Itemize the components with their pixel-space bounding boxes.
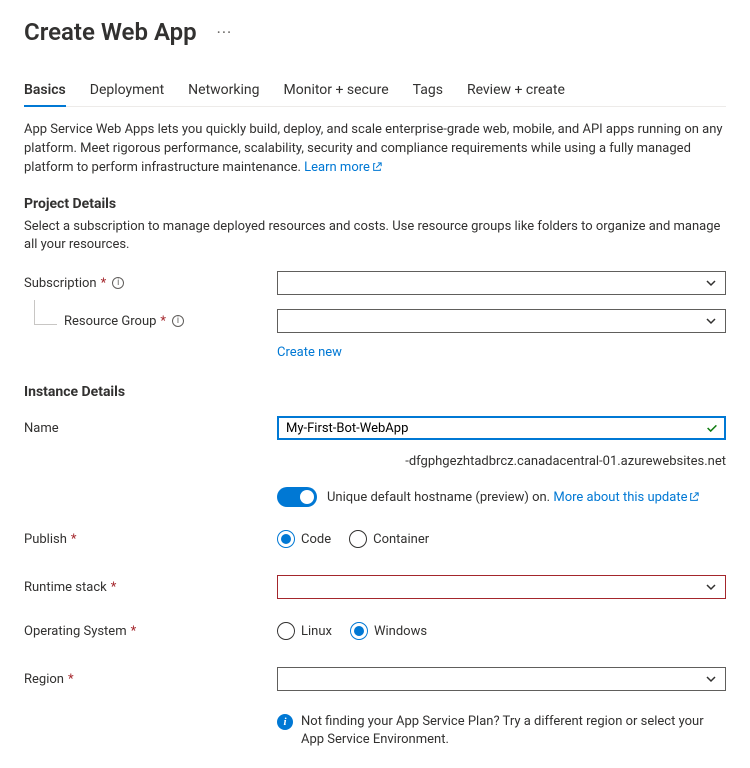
learn-more-link[interactable]: Learn more [304, 160, 382, 175]
required-indicator: * [160, 314, 166, 329]
required-indicator: * [111, 580, 117, 595]
tab-tags[interactable]: Tags [413, 76, 443, 106]
tab-basics[interactable]: Basics [24, 76, 66, 106]
tab-monitor-secure[interactable]: Monitor + secure [284, 76, 389, 106]
os-windows-radio[interactable]: Windows [350, 622, 427, 640]
chevron-down-icon [705, 673, 717, 685]
runtime-stack-select[interactable] [277, 575, 726, 599]
external-link-icon [372, 162, 382, 172]
chevron-down-icon [705, 315, 717, 327]
publish-radio-group: Code Container [277, 530, 726, 548]
chevron-down-icon [705, 277, 717, 289]
region-select[interactable] [277, 667, 726, 691]
resource-group-label: Resource Group * i [24, 314, 277, 329]
name-input[interactable] [286, 421, 699, 436]
radio-icon [349, 530, 367, 548]
domain-suffix: -dfgphgezhtadbrcz.canadacentral-01.azure… [277, 454, 726, 469]
required-indicator: * [68, 672, 74, 687]
subscription-label: Subscription * i [24, 276, 277, 291]
publish-code-radio[interactable]: Code [277, 530, 331, 548]
page-title: Create Web App [24, 18, 197, 46]
runtime-stack-label: Runtime stack * [24, 580, 277, 595]
subscription-select[interactable] [277, 271, 726, 295]
required-indicator: * [131, 624, 137, 639]
radio-icon [350, 622, 368, 640]
unique-hostname-toggle[interactable] [277, 487, 317, 507]
tab-networking[interactable]: Networking [188, 76, 259, 106]
external-link-icon [689, 492, 699, 502]
tab-strip: Basics Deployment Networking Monitor + s… [24, 76, 726, 107]
region-label: Region * [24, 672, 277, 687]
chevron-down-icon [705, 581, 717, 593]
required-indicator: * [101, 276, 107, 291]
project-details-heading: Project Details [24, 196, 726, 212]
project-details-desc: Select a subscription to manage deployed… [24, 218, 726, 256]
radio-icon [277, 530, 295, 548]
info-badge-icon: i [277, 714, 293, 730]
more-actions-button[interactable]: ··· [213, 19, 237, 46]
region-hint: i Not finding your App Service Plan? Try… [277, 713, 726, 749]
info-icon[interactable]: i [172, 315, 184, 327]
toggle-label: Unique default hostname (preview) on. Mo… [327, 490, 699, 505]
tab-review-create[interactable]: Review + create [467, 76, 565, 106]
publish-label: Publish * [24, 532, 277, 547]
radio-icon [277, 622, 295, 640]
info-icon[interactable]: i [112, 277, 124, 289]
name-label: Name [24, 421, 277, 436]
more-about-update-link[interactable]: More about this update [553, 490, 699, 505]
intro-text: App Service Web Apps lets you quickly bu… [24, 121, 726, 178]
operating-system-label: Operating System * [24, 624, 277, 639]
instance-details-heading: Instance Details [24, 384, 726, 400]
publish-container-radio[interactable]: Container [349, 530, 429, 548]
validation-check-icon [705, 421, 719, 435]
tab-deployment[interactable]: Deployment [90, 76, 164, 106]
os-linux-radio[interactable]: Linux [277, 622, 332, 640]
name-input-wrapper [277, 416, 726, 440]
os-radio-group: Linux Windows [277, 622, 726, 640]
create-new-resource-group-link[interactable]: Create new [277, 345, 342, 360]
resource-group-select[interactable] [277, 309, 726, 333]
required-indicator: * [71, 532, 77, 547]
